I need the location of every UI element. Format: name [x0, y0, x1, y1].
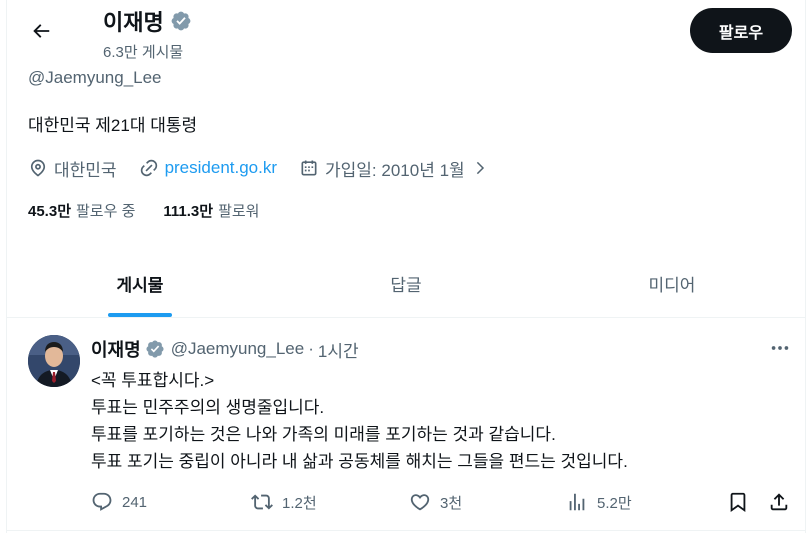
bookmark-button[interactable]: [727, 489, 749, 515]
share-icon: [768, 491, 790, 513]
tweet-separator: ·: [308, 339, 314, 358]
profile-location: 대한민국: [28, 156, 117, 181]
reply-icon: [91, 491, 113, 513]
profile-bio: 대한민국 제21대 대통령: [28, 116, 198, 135]
more-icon: [769, 337, 791, 359]
tweet[interactable]: 이재명 @Jaemyung_Lee · 1시간 <꼭 투표합시다.> 투표는 민…: [7, 319, 805, 531]
tweet-author-handle[interactable]: @Jaemyung_Lee: [171, 339, 305, 359]
retweet-count: 1.2천: [282, 494, 317, 512]
profile-website[interactable]: president.go.kr: [139, 158, 277, 178]
like-icon: [409, 491, 431, 513]
profile-joined[interactable]: 가입일: 2010년 1월: [299, 156, 489, 181]
tab-replies[interactable]: 답글: [273, 250, 539, 317]
tweet-actions: 241 1.2천 3천 5.2만: [91, 489, 791, 515]
verified-badge-icon: [170, 10, 192, 32]
joined-text: 가입일: 2010년 1월: [325, 160, 465, 180]
following-stat[interactable]: 45.3만 팔로우 중: [28, 200, 135, 221]
calendar-icon: [299, 158, 319, 178]
retweet-button[interactable]: 1.2천: [251, 489, 317, 515]
location-icon: [28, 158, 48, 178]
tweet-line: 투표 포기는 중립이 아니라 내 삶과 공동체를 해치는 그들을 편드는 것입니…: [91, 452, 628, 471]
views-count: 5.2만: [597, 494, 632, 512]
tweet-line: <꼭 투표합시다.>: [91, 371, 215, 390]
back-button[interactable]: [22, 12, 60, 50]
back-arrow-icon: [30, 20, 52, 42]
avatar[interactable]: [28, 335, 80, 387]
followers-count: 111.3만: [163, 203, 214, 220]
followers-label: 팔로워: [218, 203, 260, 220]
website-link[interactable]: president.go.kr: [165, 158, 277, 178]
views-button[interactable]: 5.2만: [566, 489, 632, 515]
retweet-icon: [251, 491, 273, 513]
profile-handle: @Jaemyung_Lee: [28, 68, 162, 87]
header-title: 이재명: [103, 5, 192, 37]
profile-tabs: 게시물 답글 미디어: [7, 250, 805, 318]
like-button[interactable]: 3천: [409, 489, 462, 515]
tab-posts[interactable]: 게시물: [7, 250, 273, 317]
following-count: 45.3만: [28, 203, 71, 220]
tweet-author-name[interactable]: 이재명: [91, 336, 141, 362]
reply-button[interactable]: 241: [91, 489, 147, 515]
verified-badge-icon: [145, 339, 165, 359]
more-button[interactable]: [767, 335, 793, 361]
tweet-header: 이재명 @Jaemyung_Lee · 1시간: [91, 336, 359, 362]
reply-count: 241: [122, 493, 148, 511]
header-post-count: 6.3만 게시물: [103, 44, 184, 61]
tweet-line: 투표를 포기하는 것은 나와 가족의 미래를 포기하는 것과 같습니다.: [91, 425, 556, 444]
tweet-time[interactable]: 1시간: [318, 337, 359, 362]
header-name-text: 이재명: [103, 10, 164, 35]
bookmark-icon: [727, 491, 749, 513]
link-icon: [139, 158, 159, 178]
views-icon: [566, 491, 588, 513]
tab-media[interactable]: 미디어: [539, 250, 805, 317]
tweet-text: <꼭 투표합시다.> 투표는 민주주의의 생명줄입니다. 투표를 포기하는 것은…: [91, 367, 628, 475]
like-count: 3천: [440, 494, 463, 512]
follow-button[interactable]: 팔로우: [690, 8, 792, 53]
tweet-line: 투표는 민주주의의 생명줄입니다.: [91, 398, 325, 417]
share-button[interactable]: [768, 489, 790, 515]
profile-meta: 대한민국 president.go.kr 가입일: 2010년 1월: [28, 155, 511, 181]
profile-stats: 45.3만 팔로우 중 111.3만 팔로워: [28, 200, 287, 221]
chevron-right-icon: [471, 159, 489, 177]
followers-stat[interactable]: 111.3만 팔로워: [163, 200, 259, 221]
following-label: 팔로우 중: [76, 203, 136, 220]
location-text: 대한민국: [54, 160, 117, 180]
